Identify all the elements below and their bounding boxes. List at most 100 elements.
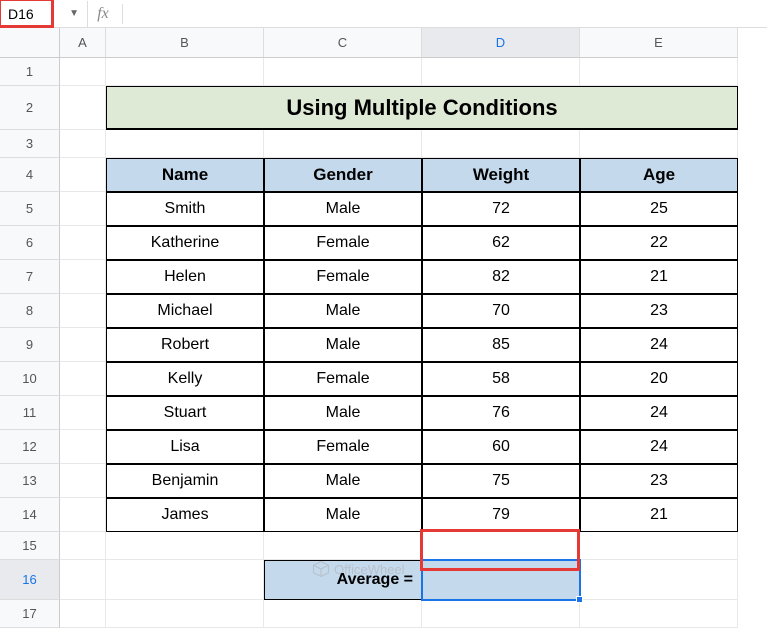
cell[interactable] [264, 130, 422, 158]
cell[interactable] [580, 600, 738, 628]
cell[interactable] [106, 532, 264, 560]
row-header-2[interactable]: 2 [0, 86, 60, 130]
cell-gender[interactable]: Male [264, 192, 422, 226]
cell[interactable] [580, 58, 738, 86]
cell[interactable] [60, 600, 106, 628]
cell-age[interactable]: 22 [580, 226, 738, 260]
selection-handle[interactable] [576, 596, 583, 603]
cell-name[interactable]: Katherine [106, 226, 264, 260]
cell[interactable] [264, 600, 422, 628]
cell[interactable] [60, 86, 106, 130]
row-header-10[interactable]: 10 [0, 362, 60, 396]
cell-weight[interactable]: 82 [422, 260, 580, 294]
cell-name[interactable]: Stuart [106, 396, 264, 430]
row-header-13[interactable]: 13 [0, 464, 60, 498]
cell-weight[interactable]: 72 [422, 192, 580, 226]
cell[interactable] [60, 532, 106, 560]
cell-age[interactable]: 21 [580, 260, 738, 294]
cell[interactable] [580, 560, 738, 600]
cell-name[interactable]: Helen [106, 260, 264, 294]
cell-name[interactable]: Lisa [106, 430, 264, 464]
cell-gender[interactable]: Female [264, 226, 422, 260]
cell-age[interactable]: 20 [580, 362, 738, 396]
cell[interactable] [60, 328, 106, 362]
cell-name[interactable]: Smith [106, 192, 264, 226]
row-header-3[interactable]: 3 [0, 130, 60, 158]
cell-name[interactable]: Benjamin [106, 464, 264, 498]
cell-gender[interactable]: Male [264, 498, 422, 532]
header-gender[interactable]: Gender [264, 158, 422, 192]
cell[interactable] [264, 58, 422, 86]
cell[interactable] [60, 192, 106, 226]
cell-weight[interactable]: 79 [422, 498, 580, 532]
cell[interactable] [60, 396, 106, 430]
col-header-C[interactable]: C [264, 28, 422, 58]
cell-age[interactable]: 24 [580, 430, 738, 464]
cell-age[interactable]: 25 [580, 192, 738, 226]
average-label[interactable]: Average = [264, 560, 422, 600]
average-value-cell[interactable] [422, 560, 580, 600]
cell-name[interactable]: Kelly [106, 362, 264, 396]
cell[interactable] [60, 58, 106, 86]
cell-weight[interactable]: 85 [422, 328, 580, 362]
row-header-14[interactable]: 14 [0, 498, 60, 532]
header-age[interactable]: Age [580, 158, 738, 192]
cell[interactable] [580, 532, 738, 560]
cell-age[interactable]: 24 [580, 328, 738, 362]
row-header-12[interactable]: 12 [0, 430, 60, 464]
cell[interactable] [106, 58, 264, 86]
cell-age[interactable]: 23 [580, 294, 738, 328]
select-all-corner[interactable] [0, 28, 60, 58]
row-header-17[interactable]: 17 [0, 600, 60, 628]
row-header-11[interactable]: 11 [0, 396, 60, 430]
name-box-dropdown-icon[interactable]: ▼ [69, 8, 79, 19]
cell-weight[interactable]: 62 [422, 226, 580, 260]
header-weight[interactable]: Weight [422, 158, 580, 192]
cell[interactable] [580, 130, 738, 158]
row-header-5[interactable]: 5 [0, 192, 60, 226]
cell[interactable] [422, 130, 580, 158]
cell[interactable] [264, 532, 422, 560]
row-header-15[interactable]: 15 [0, 532, 60, 560]
col-header-B[interactable]: B [106, 28, 264, 58]
row-header-6[interactable]: 6 [0, 226, 60, 260]
cell-weight[interactable]: 58 [422, 362, 580, 396]
col-header-A[interactable]: A [60, 28, 106, 58]
cell-weight[interactable]: 75 [422, 464, 580, 498]
col-header-D[interactable]: D [422, 28, 580, 58]
cell-name[interactable]: James [106, 498, 264, 532]
cell[interactable] [60, 226, 106, 260]
cell[interactable] [60, 260, 106, 294]
cell-gender[interactable]: Female [264, 260, 422, 294]
cell-name[interactable]: Robert [106, 328, 264, 362]
cell[interactable] [422, 600, 580, 628]
row-header-16[interactable]: 16 [0, 560, 60, 600]
row-header-9[interactable]: 9 [0, 328, 60, 362]
formula-input[interactable] [123, 1, 767, 27]
name-box[interactable]: D16 ▼ [0, 1, 88, 27]
row-header-7[interactable]: 7 [0, 260, 60, 294]
cell-age[interactable]: 23 [580, 464, 738, 498]
cell[interactable] [106, 560, 264, 600]
header-name[interactable]: Name [106, 158, 264, 192]
title-cell[interactable]: Using Multiple Conditions [106, 86, 738, 130]
cell[interactable] [60, 498, 106, 532]
cell[interactable] [60, 464, 106, 498]
cell-weight[interactable]: 70 [422, 294, 580, 328]
row-header-4[interactable]: 4 [0, 158, 60, 192]
cell[interactable] [422, 532, 580, 560]
cell-gender[interactable]: Male [264, 396, 422, 430]
row-header-8[interactable]: 8 [0, 294, 60, 328]
fx-icon[interactable]: fx [88, 5, 118, 23]
cell-name[interactable]: Michael [106, 294, 264, 328]
cell-age[interactable]: 21 [580, 498, 738, 532]
cell[interactable] [60, 294, 106, 328]
cell-weight[interactable]: 60 [422, 430, 580, 464]
cell-age[interactable]: 24 [580, 396, 738, 430]
row-header-1[interactable]: 1 [0, 58, 60, 86]
cell[interactable] [106, 130, 264, 158]
cell[interactable] [422, 58, 580, 86]
cell-gender[interactable]: Male [264, 328, 422, 362]
col-header-E[interactable]: E [580, 28, 738, 58]
cell-grid[interactable]: Using Multiple Conditions Name Gender We… [60, 58, 738, 628]
